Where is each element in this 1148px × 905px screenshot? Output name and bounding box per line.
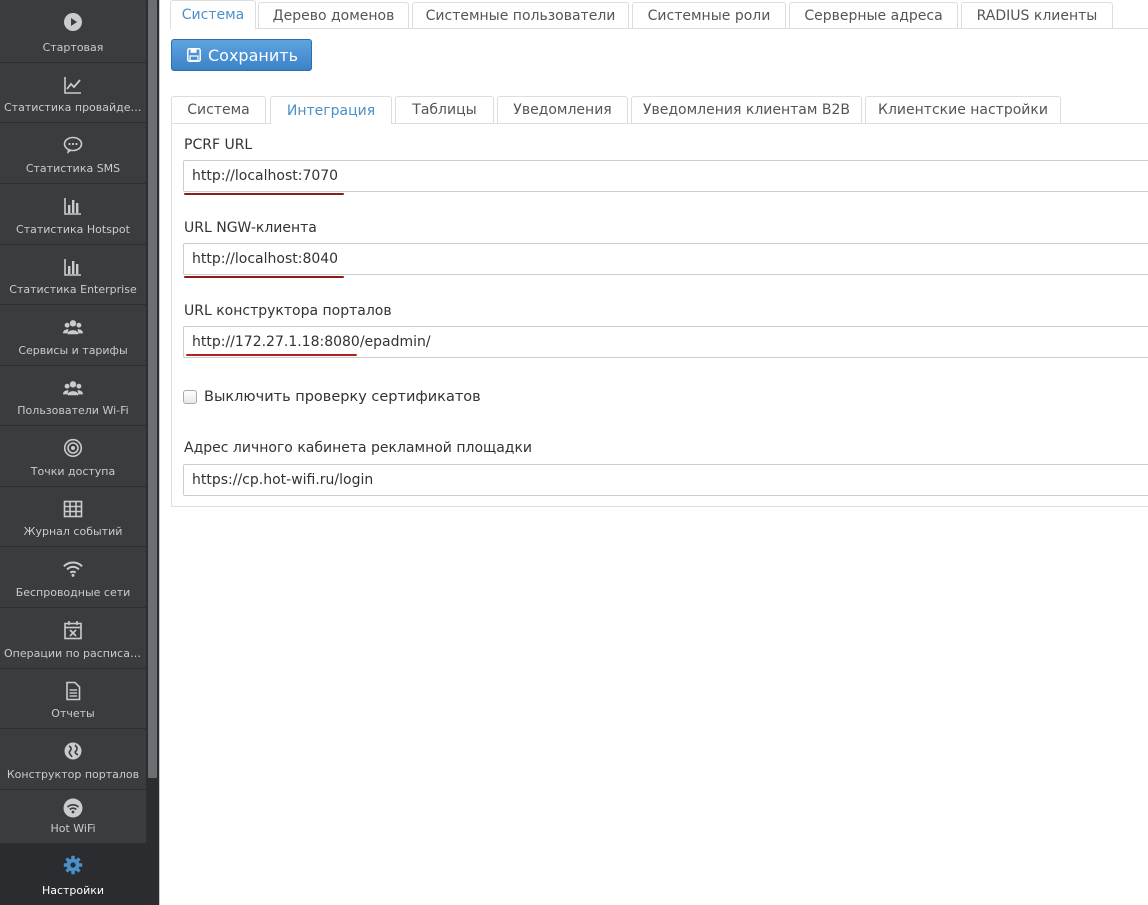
sidebar-item-start[interactable]: Стартовая bbox=[0, 0, 146, 63]
subtab-b2b-notifications[interactable]: Уведомления клиентам B2B bbox=[631, 96, 862, 123]
floppy-disk-icon bbox=[187, 48, 201, 62]
sidebar-item-settings[interactable]: Настройки bbox=[0, 844, 146, 905]
chat-bubble-icon bbox=[0, 135, 146, 155]
sidebar-item-label: Точки доступа bbox=[30, 465, 116, 478]
sidebar-item-enterprise-stats[interactable]: Статистика Enterprise bbox=[0, 245, 146, 305]
ad-cabinet-url-label: Адрес личного кабинета рекламной площадк… bbox=[184, 440, 533, 456]
subtab-integration[interactable]: Интеграция bbox=[270, 96, 392, 124]
sidebar-item-label: Статистика провайдера bbox=[4, 101, 142, 114]
save-button-label: Сохранить bbox=[208, 45, 298, 65]
bar-chart-icon bbox=[0, 257, 146, 277]
users-group-icon bbox=[0, 317, 146, 337]
sidebar-item-label: Отчеты bbox=[51, 707, 95, 720]
sidebar-item-label: Операции по расписанию bbox=[4, 647, 142, 660]
wifi-circle-icon bbox=[0, 798, 146, 818]
sidebar-item-scheduled-operations[interactable]: Операции по расписанию bbox=[0, 608, 146, 669]
sidebar-item-label: Hot WiFi bbox=[50, 822, 96, 835]
play-circle-icon bbox=[0, 12, 146, 32]
tab-server-addresses[interactable]: Серверные адреса bbox=[789, 2, 958, 28]
annotation-underline bbox=[184, 276, 344, 278]
disable-cert-check-label[interactable]: Выключить проверку сертификатов bbox=[204, 389, 481, 405]
sidebar-item-label: Журнал событий bbox=[23, 525, 123, 538]
gear-icon bbox=[0, 855, 146, 875]
portal-builder-url-label: URL конструктора порталов bbox=[184, 303, 392, 319]
sidebar-item-label: Стартовая bbox=[42, 41, 104, 54]
sidebar-item-provider-stats[interactable]: Статистика провайдера bbox=[0, 63, 146, 123]
tab-radius-clients[interactable]: RADIUS клиенты bbox=[961, 2, 1113, 28]
sidebar-item-wifi-users[interactable]: Пользователи Wi-Fi bbox=[0, 366, 146, 426]
ad-cabinet-url-input[interactable]: https://cp.hot-wifi.ru/login bbox=[183, 464, 1148, 496]
sidebar-item-label: Беспроводные сети bbox=[15, 586, 131, 599]
ngw-url-label: URL NGW-клиента bbox=[184, 220, 317, 236]
sidebar-item-wireless-networks[interactable]: Беспроводные сети bbox=[0, 547, 146, 608]
sidebar-item-event-log[interactable]: Журнал событий bbox=[0, 487, 146, 547]
sidebar-item-label: Сервисы и тарифы bbox=[18, 344, 128, 357]
tab-system[interactable]: Система bbox=[170, 0, 256, 29]
sidebar-item-access-points[interactable]: Точки доступа bbox=[0, 426, 146, 487]
disable-cert-check-checkbox[interactable] bbox=[183, 390, 197, 404]
access-point-icon bbox=[0, 438, 146, 458]
sidebar-item-label: Статистика SMS bbox=[25, 162, 121, 175]
bar-chart-icon bbox=[0, 196, 146, 216]
sidebar-item-hotspot-stats[interactable]: Статистика Hotspot bbox=[0, 184, 146, 245]
sidebar-scrollbar[interactable] bbox=[146, 0, 159, 905]
sidebar-item-services-tariffs[interactable]: Сервисы и тарифы bbox=[0, 305, 146, 366]
tab-system-users[interactable]: Системные пользователи bbox=[412, 2, 629, 28]
sidebar-item-sms-stats[interactable]: Статистика SMS bbox=[0, 123, 146, 184]
sidebar-item-label: Пользователи Wi-Fi bbox=[17, 404, 129, 417]
tab-domain-tree[interactable]: Дерево доменов bbox=[258, 2, 409, 28]
sidebar-item-hot-wifi[interactable]: Hot WiFi bbox=[0, 790, 146, 844]
wifi-icon bbox=[0, 559, 146, 579]
sidebar-scrollbar-thumb[interactable] bbox=[148, 0, 157, 778]
document-icon bbox=[0, 681, 146, 701]
sidebar: Стартовая Статистика провайдера Статисти… bbox=[0, 0, 146, 905]
subtab-client-settings[interactable]: Клиентские настройки bbox=[865, 96, 1061, 123]
table-grid-icon bbox=[0, 499, 146, 519]
tab-system-roles[interactable]: Системные роли bbox=[632, 2, 786, 28]
subtab-notifications[interactable]: Уведомления bbox=[497, 96, 628, 123]
globe-icon bbox=[0, 741, 146, 761]
sidebar-item-reports[interactable]: Отчеты bbox=[0, 669, 146, 729]
annotation-underline bbox=[184, 193, 344, 195]
calendar-x-icon bbox=[0, 620, 146, 640]
content-divider bbox=[159, 0, 160, 905]
pcrf-url-input[interactable]: http://localhost:7070 bbox=[183, 160, 1148, 192]
ngw-url-input[interactable]: http://localhost:8040 bbox=[183, 243, 1148, 275]
pcrf-url-label: PCRF URL bbox=[184, 137, 253, 153]
sidebar-item-label: Статистика Enterprise bbox=[9, 283, 137, 296]
sidebar-item-label: Настройки bbox=[41, 884, 105, 897]
subtab-system[interactable]: Система bbox=[171, 96, 266, 123]
sidebar-item-portal-builder[interactable]: Конструктор порталов bbox=[0, 729, 146, 790]
subtab-tables[interactable]: Таблицы bbox=[395, 96, 494, 123]
line-chart-icon bbox=[0, 75, 146, 95]
users-group-icon bbox=[0, 378, 146, 398]
save-button[interactable]: Сохранить bbox=[171, 39, 312, 71]
annotation-underline bbox=[186, 354, 357, 356]
sidebar-item-label: Конструктор порталов bbox=[6, 768, 140, 781]
sidebar-item-label: Статистика Hotspot bbox=[16, 223, 130, 236]
